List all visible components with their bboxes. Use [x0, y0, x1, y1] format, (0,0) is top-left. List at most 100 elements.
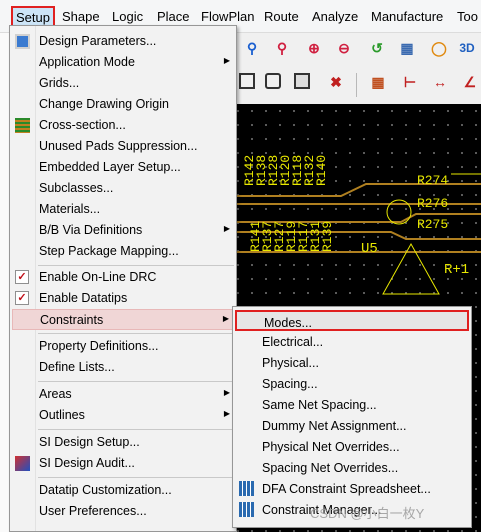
submenu-item-physical[interactable]: Physical... — [235, 352, 469, 373]
menu-item-subclasses[interactable]: Subclasses... — [12, 178, 234, 199]
submenu-item-modes[interactable]: Modes... — [235, 310, 469, 331]
submenu-item-dummy-net-assignment[interactable]: Dummy Net Assignment... — [235, 415, 469, 436]
submenu-arrow-icon: ▶ — [223, 56, 230, 65]
menu-item-label: Outlines — [39, 408, 85, 422]
measure-icon[interactable]: ▦ — [367, 71, 389, 93]
menu-item-user-preferences[interactable]: User Preferences... — [12, 501, 234, 522]
zoom-out-icon[interactable]: ⊖ — [333, 37, 355, 59]
submenu-item-label: Physical... — [262, 356, 319, 370]
redraw-icon[interactable]: ↺ — [366, 37, 388, 59]
refdes-label: R274 — [417, 173, 448, 188]
menu-separator — [38, 333, 234, 334]
menu-item-define-lists[interactable]: Define Lists... — [12, 357, 234, 378]
cross-section-icon — [15, 118, 30, 133]
submenu-arrow-icon: ▶ — [223, 224, 230, 233]
refresh-icon[interactable]: ◯ — [428, 37, 450, 59]
menu-separator — [38, 477, 234, 478]
menu-separator — [38, 429, 234, 430]
submenu-item-label: Spacing... — [262, 377, 318, 391]
menu-item-si-design-setup[interactable]: SI Design Setup... — [12, 432, 234, 453]
menu-item-cross-section[interactable]: Cross-section... — [12, 115, 234, 136]
refdes-label: R+1 — [444, 262, 469, 278]
menu-item-embedded-layer-setup[interactable]: Embedded Layer Setup... — [12, 157, 234, 178]
menu-item-unused-pads-suppression[interactable]: Unused Pads Suppression... — [12, 136, 234, 157]
setup-menu: Design Parameters... Application Mode ▶ Gri… — [9, 25, 237, 532]
menu-analyze[interactable]: Analyze — [312, 9, 358, 24]
spreadsheet-icon — [239, 481, 254, 496]
menu-item-label: User Preferences... — [39, 504, 147, 518]
menu-item-label: Embedded Layer Setup... — [39, 160, 181, 174]
shape-icon[interactable] — [265, 73, 281, 89]
menu-item-grids[interactable]: Grids... — [12, 73, 234, 94]
submenu-item-electrical[interactable]: Electrical... — [235, 331, 469, 352]
submenu-item-label: Physical Net Overrides... — [262, 440, 400, 454]
menu-item-label: Datatip Customization... — [39, 483, 172, 497]
menu-item-label: Property Definitions... — [39, 339, 159, 353]
menu-item-step-package-mapping[interactable]: Step Package Mapping... — [12, 241, 234, 262]
angle-icon[interactable]: ∠ — [459, 71, 481, 93]
menu-route[interactable]: Route — [264, 9, 299, 24]
menu-item-change-drawing-origin[interactable]: Change Drawing Origin — [12, 94, 234, 115]
constraints-submenu: Modes... Electrical... Physical... Spacing.… — [232, 306, 472, 528]
menu-item-property-definitions[interactable]: Property Definitions... — [12, 336, 234, 357]
delete-icon[interactable]: ✖ — [325, 71, 347, 93]
menu-tools[interactable]: Too — [457, 9, 478, 24]
menu-item-constraints[interactable]: Constraints ▶ — [12, 309, 234, 330]
submenu-item-label: Spacing Net Overrides... — [262, 461, 399, 475]
submenu-item-physical-net-overrides[interactable]: Physical Net Overrides... — [235, 436, 469, 457]
fill-icon[interactable] — [294, 73, 310, 89]
checkbox-icon: ✓ — [15, 270, 29, 284]
submenu-item-same-net-spacing[interactable]: Same Net Spacing... — [235, 394, 469, 415]
menu-shape[interactable]: Shape — [62, 9, 100, 24]
menu-item-label: SI Design Audit... — [39, 456, 135, 470]
menu-item-label: Subclasses... — [39, 181, 114, 195]
zoom-fit-icon[interactable]: ⚲ — [241, 37, 263, 59]
menu-item-label: Enable Datatips — [39, 291, 128, 305]
menu-item-label: Unused Pads Suppression... — [39, 139, 198, 153]
submenu-arrow-icon: ▶ — [222, 314, 229, 323]
menu-manufacture[interactable]: Manufacture — [371, 9, 443, 24]
submenu-item-label: Modes... — [264, 316, 312, 330]
submenu-item-label: Dummy Net Assignment... — [262, 419, 407, 433]
menu-place[interactable]: Place — [157, 9, 190, 24]
refdes-label: R139 — [320, 221, 335, 252]
refdes-label: U5 — [361, 241, 378, 257]
menu-item-application-mode[interactable]: Application Mode ▶ — [12, 52, 234, 73]
menu-flowplan[interactable]: FlowPlan — [201, 9, 254, 24]
refdes-label: R276 — [417, 196, 448, 211]
menu-item-enable-on-line-drc[interactable]: ✓ Enable On-Line DRC — [12, 267, 234, 288]
3d-view-icon[interactable]: 3D — [456, 37, 478, 59]
menu-item-datatip-customization[interactable]: Datatip Customization... — [12, 480, 234, 501]
menu-separator — [38, 265, 234, 266]
menu-item-label: Materials... — [39, 202, 101, 216]
menu-item-label: Define Lists... — [39, 360, 115, 374]
zoom-in-icon[interactable]: ⊕ — [303, 37, 325, 59]
refdes-label: R275 — [417, 217, 448, 232]
menu-item-label: B/B Via Definitions — [39, 223, 143, 237]
menu-item-label: Change Drawing Origin — [39, 97, 169, 111]
menu-item-materials[interactable]: Materials... — [12, 199, 234, 220]
menu-item-areas[interactable]: Areas ▶ — [12, 384, 234, 405]
si-audit-icon — [15, 456, 30, 471]
submenu-item-label: Same Net Spacing... — [262, 398, 377, 412]
rect-select-icon[interactable] — [239, 73, 255, 89]
submenu-item-dfa-constraint-spreadsheet[interactable]: DFA Constraint Spreadsheet... — [235, 478, 469, 499]
menu-item-design-parameters[interactable]: Design Parameters... — [12, 31, 234, 52]
dimension-icon[interactable]: ⊢ — [399, 71, 421, 93]
submenu-arrow-icon: ▶ — [223, 388, 230, 397]
menu-item-label: Grids... — [39, 76, 80, 90]
menu-item-outlines[interactable]: Outlines ▶ — [12, 405, 234, 426]
menu-item-enable-datatips[interactable]: ✓ Enable Datatips — [12, 288, 234, 309]
menu-item-label: SI Design Setup... — [39, 435, 140, 449]
menu-item-label: Design Parameters... — [39, 34, 157, 48]
submenu-item-spacing-net-overrides[interactable]: Spacing Net Overrides... — [235, 457, 469, 478]
submenu-item-spacing[interactable]: Spacing... — [235, 373, 469, 394]
zoom-window-icon[interactable]: ⚲ — [271, 37, 293, 59]
menu-item-b-b-via-definitions[interactable]: B/B Via Definitions ▶ — [12, 220, 234, 241]
menu-item-si-design-audit[interactable]: SI Design Audit... — [12, 453, 234, 474]
distance-icon[interactable]: ↔ — [429, 71, 451, 93]
menu-logic[interactable]: Logic — [112, 9, 143, 24]
submenu-item-label: Electrical... — [262, 335, 324, 349]
refdes-label: R140 — [314, 155, 329, 186]
zoom-world-icon[interactable]: ▦ — [396, 37, 418, 59]
